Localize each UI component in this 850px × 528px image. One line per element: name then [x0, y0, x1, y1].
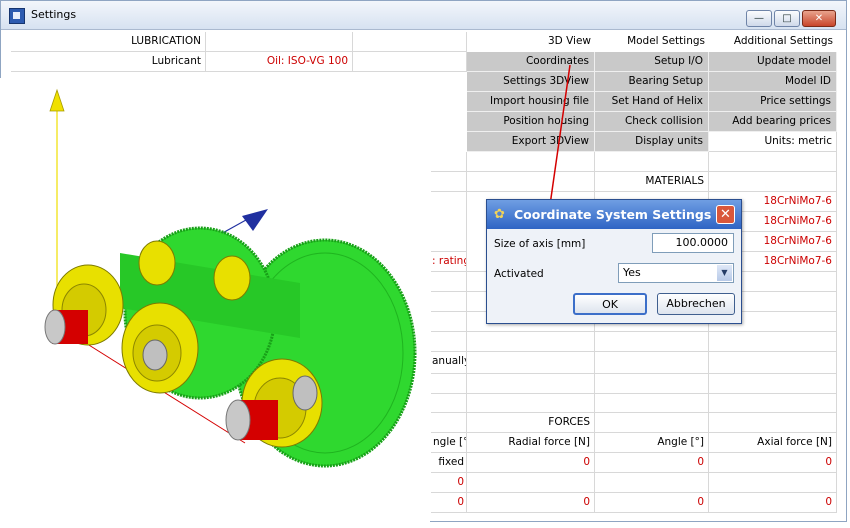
forces-cell [709, 473, 837, 493]
activated-select[interactable]: Yes ▼ [618, 263, 734, 283]
forces-cell[interactable]: 0 [431, 473, 467, 493]
forces-cell[interactable]: 0 [709, 453, 837, 473]
activated-label: Activated [494, 268, 544, 280]
annotation-arrow-line [549, 64, 571, 206]
shaft-right-end [225, 399, 251, 441]
forces-column-header: Radial force [N] [467, 433, 595, 453]
forces-cell[interactable]: 0 [595, 493, 709, 513]
price-settings-button[interactable]: Price settings [709, 92, 837, 112]
close-button[interactable]: ✕ [802, 10, 836, 27]
empty-cell [595, 394, 709, 413]
materials-header: MATERIALS [595, 172, 709, 192]
bearing-setup-button[interactable]: Bearing Setup [595, 72, 709, 92]
model-id-button[interactable]: Model ID [709, 72, 837, 92]
bearing-back-right [213, 255, 251, 301]
empty-cell [595, 374, 709, 394]
empty-cell [467, 374, 595, 394]
empty-cell [709, 332, 837, 352]
activated-select-value: Yes [623, 266, 641, 279]
minimize-button[interactable]: — [746, 10, 772, 27]
forces-column-header: ngle [°] [431, 433, 467, 453]
forces-cell[interactable]: 0 [431, 493, 467, 513]
forces-cell[interactable]: 0 [595, 453, 709, 473]
app-icon [9, 8, 25, 24]
empty-cell [431, 312, 467, 332]
model-settings-header: Model Settings [627, 35, 705, 47]
forces-cell[interactable]: fixed [431, 453, 467, 473]
forces-cell[interactable]: 0 [709, 493, 837, 513]
empty-cell [467, 394, 595, 413]
empty-cell [431, 292, 467, 312]
forces-cell[interactable]: 0 [467, 453, 595, 473]
empty-cell [431, 374, 467, 394]
cancel-button[interactable]: Abbrechen [657, 293, 735, 315]
lubricant-label: Lubricant [11, 52, 206, 72]
y-axis-arrow-icon [49, 88, 65, 112]
empty-cell [709, 172, 837, 192]
shaft-left-end [44, 309, 66, 345]
empty-cell [595, 413, 709, 433]
axis-size-label: Size of axis [mm] [494, 238, 586, 250]
empty-cell [709, 413, 837, 433]
maximize-button[interactable]: □ [774, 10, 800, 27]
empty-cell [431, 192, 467, 252]
empty-cell [467, 352, 595, 374]
add-bearing-prices-button[interactable]: Add bearing prices [709, 112, 837, 132]
dialog-close-button[interactable]: ✕ [716, 205, 735, 224]
empty-cell [431, 152, 467, 172]
update-model-button[interactable]: Update model [709, 52, 837, 72]
empty-cell [206, 32, 353, 52]
axis-size-input[interactable]: 100.0000 [652, 233, 734, 253]
display-units-button[interactable]: Display units [595, 132, 709, 152]
shaft-center-end [142, 339, 168, 371]
check-collision-button[interactable]: Check collision [595, 112, 709, 132]
bearing-back-left [138, 240, 176, 286]
dialog-title: Coordinate System Settings [514, 207, 712, 222]
lubrication-header: LUBRICATION [11, 32, 206, 52]
lubricant-value[interactable]: Oil: ISO-VG 100 [206, 52, 353, 72]
empty-cell [431, 332, 467, 352]
empty-cell [431, 413, 467, 433]
view3d-header: 3D View [547, 35, 591, 47]
units-label: Units: metric [709, 132, 837, 152]
empty-cell [467, 332, 595, 352]
gears-icon: ✿ [494, 207, 505, 222]
forces-cell [467, 473, 595, 493]
empty-cell [709, 352, 837, 374]
coordinate-settings-dialog: ✿ Coordinate System Settings ✕ Size of a… [486, 199, 742, 324]
shaft-right-far-end [292, 375, 318, 411]
manually-text: anually [431, 352, 467, 374]
empty-cell [353, 32, 467, 52]
empty-cell [353, 52, 467, 72]
gear-model-render [44, 88, 417, 468]
annotation-arrow [544, 64, 571, 216]
gear-3d-view[interactable] [0, 78, 430, 525]
set-hand-helix-button[interactable]: Set Hand of Helix [595, 92, 709, 112]
z-axis-arrow-icon [242, 209, 268, 231]
setup-io-button[interactable]: Setup I/O [595, 52, 709, 72]
window-title: Settings [31, 8, 77, 21]
empty-cell [431, 272, 467, 292]
empty-cell [709, 152, 837, 172]
forces-column-header: Angle [°] [595, 433, 709, 453]
forces-header: FORCES [467, 413, 595, 433]
empty-cell [595, 352, 709, 374]
forces-cell [595, 473, 709, 493]
forces-cell[interactable]: 0 [467, 493, 595, 513]
dialog-title-bar: ✿ Coordinate System Settings ✕ [487, 200, 741, 229]
empty-cell [595, 152, 709, 172]
ok-button[interactable]: OK [573, 293, 647, 315]
empty-cell [431, 172, 467, 192]
empty-cell [709, 394, 837, 413]
rating-text: : rating [431, 252, 467, 272]
empty-cell [595, 332, 709, 352]
empty-cell [431, 394, 467, 413]
forces-column-header: Axial force [N] [709, 433, 837, 453]
chevron-down-icon[interactable]: ▼ [717, 265, 732, 281]
empty-cell [709, 374, 837, 394]
title-bar: Settings — □ ✕ [1, 1, 846, 30]
additional-settings-header: Additional Settings [733, 35, 833, 47]
